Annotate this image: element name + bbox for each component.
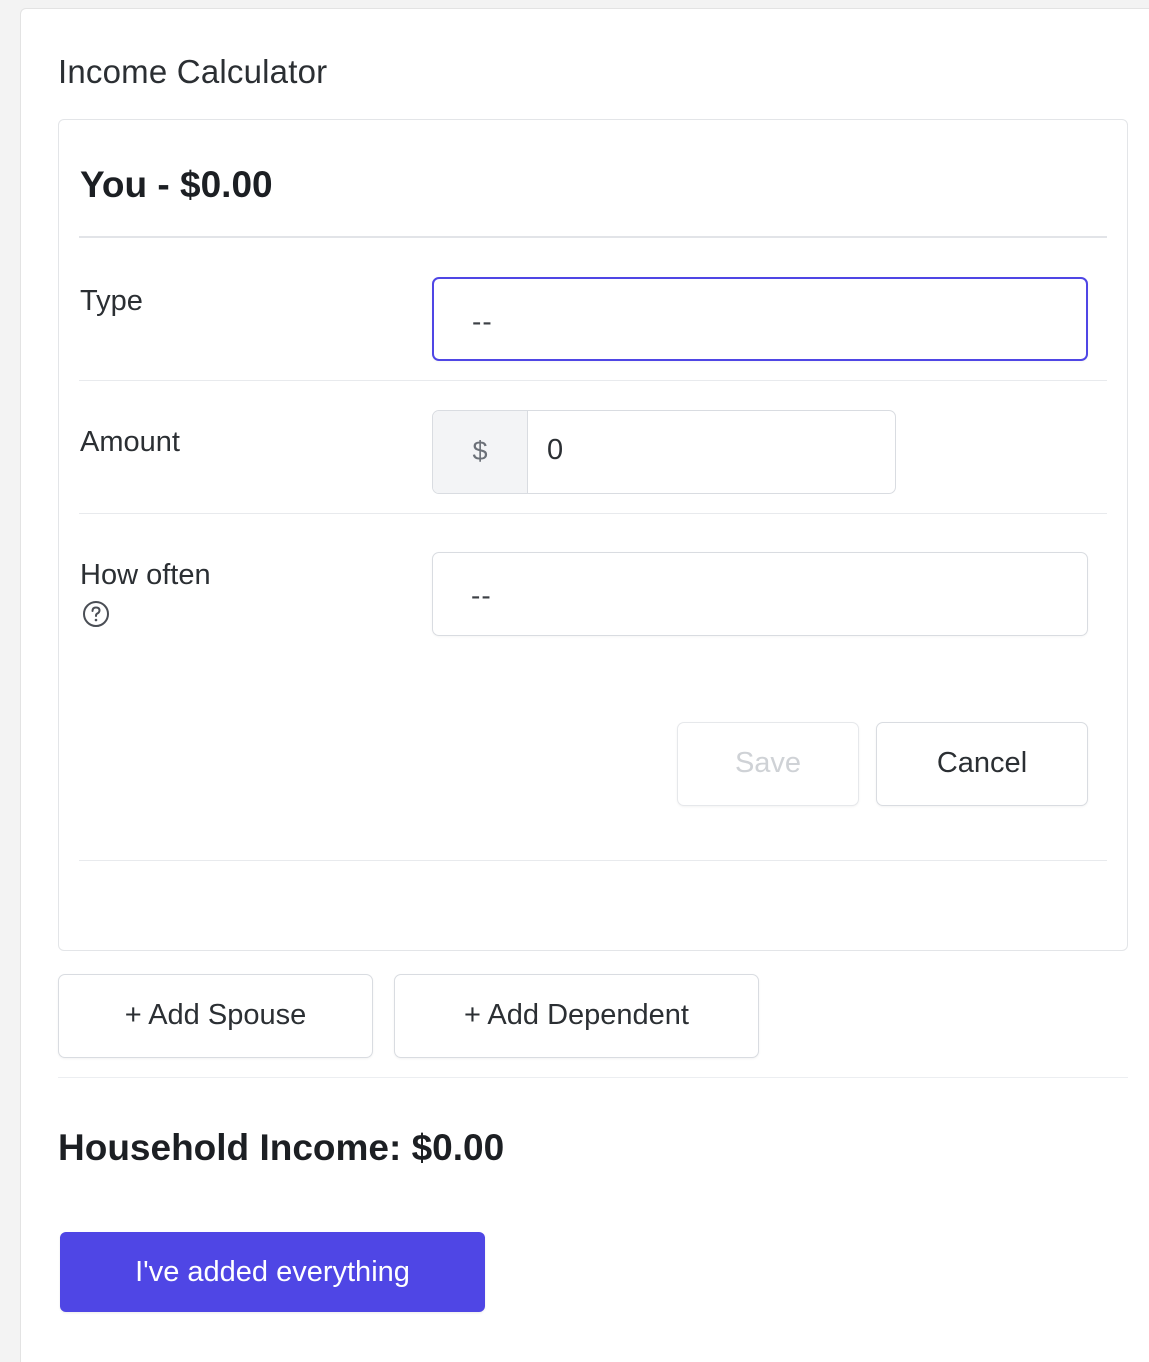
row-divider [79, 380, 1107, 381]
save-button[interactable]: Save [677, 722, 859, 806]
add-spouse-button[interactable]: + Add Spouse [58, 974, 373, 1058]
currency-prefix: $ [433, 411, 528, 493]
type-select[interactable]: -- [432, 277, 1088, 361]
section-divider [58, 1077, 1128, 1078]
add-dependent-button[interactable]: + Add Dependent [394, 974, 759, 1058]
how-often-select-value: -- [471, 580, 492, 611]
row-divider [79, 513, 1107, 514]
header-divider [79, 236, 1107, 238]
question-circle-icon[interactable] [82, 600, 110, 628]
type-label: Type [80, 285, 143, 317]
amount-label: Amount [80, 426, 180, 458]
how-often-select[interactable]: -- [432, 552, 1088, 636]
type-select-value: -- [472, 306, 493, 337]
cancel-button[interactable]: Cancel [876, 722, 1088, 806]
section-title: Income Calculator [58, 53, 328, 90]
person-income-card: You - $0.00 Type -- Amount $ 0 How often… [58, 119, 1128, 951]
amount-input[interactable]: 0 [547, 434, 563, 467]
person-header: You - $0.00 [80, 164, 273, 205]
card-footer-divider [79, 860, 1107, 861]
how-often-label: How often [80, 559, 211, 591]
income-calculator-panel: Income Calculator You - $0.00 Type -- Am… [20, 8, 1149, 1362]
household-income-total: Household Income: $0.00 [58, 1127, 505, 1168]
added-everything-button[interactable]: I've added everything [60, 1232, 485, 1312]
amount-input-group: $ 0 [432, 410, 896, 494]
